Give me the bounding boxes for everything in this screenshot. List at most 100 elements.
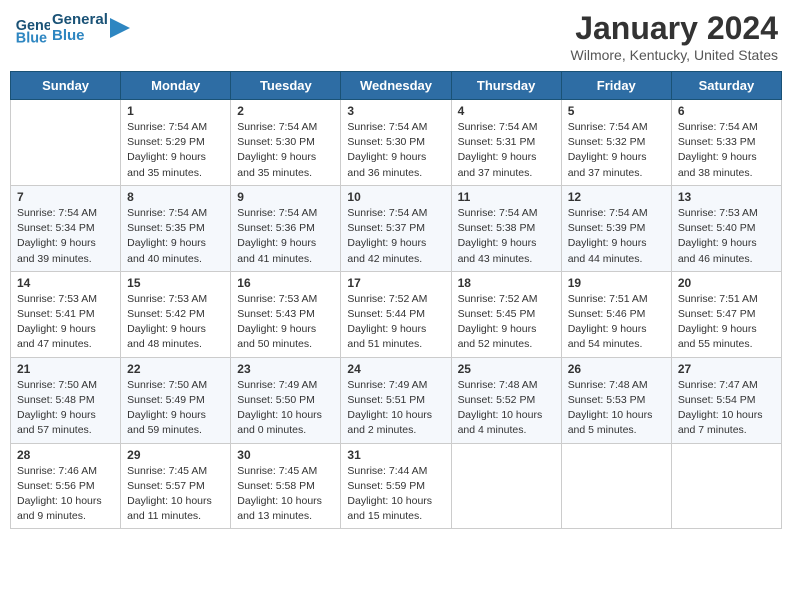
day-info: Sunrise: 7:53 AM Sunset: 5:43 PM Dayligh… <box>237 292 334 353</box>
sunrise-text: Sunrise: 7:47 AM <box>678 378 775 393</box>
day-info: Sunrise: 7:45 AM Sunset: 5:58 PM Dayligh… <box>237 464 334 525</box>
day-info: Sunrise: 7:53 AM Sunset: 5:42 PM Dayligh… <box>127 292 224 353</box>
weekday-header-thursday: Thursday <box>451 72 561 100</box>
calendar-day-cell: 17 Sunrise: 7:52 AM Sunset: 5:44 PM Dayl… <box>341 271 451 357</box>
daylight-text: Daylight: 10 hours and 7 minutes. <box>678 408 775 438</box>
calendar-week-row: 1 Sunrise: 7:54 AM Sunset: 5:29 PM Dayli… <box>11 100 782 186</box>
calendar-day-cell: 12 Sunrise: 7:54 AM Sunset: 5:39 PM Dayl… <box>561 185 671 271</box>
sunset-text: Sunset: 5:44 PM <box>347 307 444 322</box>
day-info: Sunrise: 7:49 AM Sunset: 5:50 PM Dayligh… <box>237 378 334 439</box>
sunrise-text: Sunrise: 7:54 AM <box>347 120 444 135</box>
day-number: 19 <box>568 276 665 290</box>
weekday-header-saturday: Saturday <box>671 72 781 100</box>
day-number: 5 <box>568 104 665 118</box>
sunrise-text: Sunrise: 7:54 AM <box>127 120 224 135</box>
calendar-day-cell: 23 Sunrise: 7:49 AM Sunset: 5:50 PM Dayl… <box>231 357 341 443</box>
calendar-day-cell: 21 Sunrise: 7:50 AM Sunset: 5:48 PM Dayl… <box>11 357 121 443</box>
day-number: 18 <box>458 276 555 290</box>
daylight-text: Daylight: 9 hours and 57 minutes. <box>17 408 114 438</box>
sunrise-text: Sunrise: 7:46 AM <box>17 464 114 479</box>
calendar-day-cell: 29 Sunrise: 7:45 AM Sunset: 5:57 PM Dayl… <box>121 443 231 529</box>
sunset-text: Sunset: 5:46 PM <box>568 307 665 322</box>
day-info: Sunrise: 7:52 AM Sunset: 5:44 PM Dayligh… <box>347 292 444 353</box>
day-number: 13 <box>678 190 775 204</box>
day-info: Sunrise: 7:51 AM Sunset: 5:46 PM Dayligh… <box>568 292 665 353</box>
calendar-day-cell: 18 Sunrise: 7:52 AM Sunset: 5:45 PM Dayl… <box>451 271 561 357</box>
daylight-text: Daylight: 9 hours and 51 minutes. <box>347 322 444 352</box>
calendar-day-cell: 13 Sunrise: 7:53 AM Sunset: 5:40 PM Dayl… <box>671 185 781 271</box>
day-number: 9 <box>237 190 334 204</box>
day-info: Sunrise: 7:49 AM Sunset: 5:51 PM Dayligh… <box>347 378 444 439</box>
day-info: Sunrise: 7:54 AM Sunset: 5:33 PM Dayligh… <box>678 120 775 181</box>
calendar-day-cell: 10 Sunrise: 7:54 AM Sunset: 5:37 PM Dayl… <box>341 185 451 271</box>
sunrise-text: Sunrise: 7:54 AM <box>678 120 775 135</box>
calendar-week-row: 7 Sunrise: 7:54 AM Sunset: 5:34 PM Dayli… <box>11 185 782 271</box>
day-number: 23 <box>237 362 334 376</box>
calendar-day-cell: 20 Sunrise: 7:51 AM Sunset: 5:47 PM Dayl… <box>671 271 781 357</box>
sunrise-text: Sunrise: 7:49 AM <box>347 378 444 393</box>
day-info: Sunrise: 7:54 AM Sunset: 5:38 PM Dayligh… <box>458 206 555 267</box>
day-number: 31 <box>347 448 444 462</box>
logo: General Blue General Blue <box>14 10 130 46</box>
sunset-text: Sunset: 5:42 PM <box>127 307 224 322</box>
daylight-text: Daylight: 9 hours and 40 minutes. <box>127 236 224 266</box>
sunset-text: Sunset: 5:48 PM <box>17 393 114 408</box>
sunset-text: Sunset: 5:38 PM <box>458 221 555 236</box>
day-info: Sunrise: 7:48 AM Sunset: 5:53 PM Dayligh… <box>568 378 665 439</box>
daylight-text: Daylight: 9 hours and 41 minutes. <box>237 236 334 266</box>
daylight-text: Daylight: 9 hours and 39 minutes. <box>17 236 114 266</box>
day-info: Sunrise: 7:53 AM Sunset: 5:40 PM Dayligh… <box>678 206 775 267</box>
day-number: 26 <box>568 362 665 376</box>
calendar-day-cell: 22 Sunrise: 7:50 AM Sunset: 5:49 PM Dayl… <box>121 357 231 443</box>
daylight-text: Daylight: 9 hours and 48 minutes. <box>127 322 224 352</box>
daylight-text: Daylight: 9 hours and 38 minutes. <box>678 150 775 180</box>
day-info: Sunrise: 7:50 AM Sunset: 5:49 PM Dayligh… <box>127 378 224 439</box>
sunrise-text: Sunrise: 7:54 AM <box>237 120 334 135</box>
day-number: 25 <box>458 362 555 376</box>
calendar-day-cell <box>561 443 671 529</box>
sunrise-text: Sunrise: 7:51 AM <box>678 292 775 307</box>
day-number: 20 <box>678 276 775 290</box>
sunrise-text: Sunrise: 7:54 AM <box>17 206 114 221</box>
sunrise-text: Sunrise: 7:54 AM <box>237 206 334 221</box>
day-info: Sunrise: 7:50 AM Sunset: 5:48 PM Dayligh… <box>17 378 114 439</box>
daylight-text: Daylight: 9 hours and 52 minutes. <box>458 322 555 352</box>
daylight-text: Daylight: 9 hours and 35 minutes. <box>127 150 224 180</box>
title-block: January 2024 Wilmore, Kentucky, United S… <box>571 10 778 63</box>
daylight-text: Daylight: 10 hours and 9 minutes. <box>17 494 114 524</box>
calendar-week-row: 14 Sunrise: 7:53 AM Sunset: 5:41 PM Dayl… <box>11 271 782 357</box>
sunset-text: Sunset: 5:51 PM <box>347 393 444 408</box>
daylight-text: Daylight: 9 hours and 37 minutes. <box>568 150 665 180</box>
sunset-text: Sunset: 5:36 PM <box>237 221 334 236</box>
sunset-text: Sunset: 5:30 PM <box>237 135 334 150</box>
sunset-text: Sunset: 5:35 PM <box>127 221 224 236</box>
calendar-day-cell <box>671 443 781 529</box>
month-year-title: January 2024 <box>571 10 778 47</box>
sunrise-text: Sunrise: 7:48 AM <box>568 378 665 393</box>
daylight-text: Daylight: 10 hours and 2 minutes. <box>347 408 444 438</box>
day-info: Sunrise: 7:54 AM Sunset: 5:30 PM Dayligh… <box>347 120 444 181</box>
day-info: Sunrise: 7:53 AM Sunset: 5:41 PM Dayligh… <box>17 292 114 353</box>
sunrise-text: Sunrise: 7:49 AM <box>237 378 334 393</box>
calendar-day-cell <box>451 443 561 529</box>
daylight-text: Daylight: 9 hours and 43 minutes. <box>458 236 555 266</box>
sunrise-text: Sunrise: 7:54 AM <box>458 120 555 135</box>
daylight-text: Daylight: 9 hours and 37 minutes. <box>458 150 555 180</box>
calendar-day-cell: 24 Sunrise: 7:49 AM Sunset: 5:51 PM Dayl… <box>341 357 451 443</box>
sunrise-text: Sunrise: 7:50 AM <box>17 378 114 393</box>
logo-icon: General Blue <box>14 10 50 46</box>
sunrise-text: Sunrise: 7:54 AM <box>458 206 555 221</box>
logo-line2: Blue <box>52 28 108 45</box>
day-number: 24 <box>347 362 444 376</box>
sunset-text: Sunset: 5:45 PM <box>458 307 555 322</box>
calendar-table: SundayMondayTuesdayWednesdayThursdayFrid… <box>10 71 782 529</box>
sunrise-text: Sunrise: 7:53 AM <box>17 292 114 307</box>
calendar-day-cell: 4 Sunrise: 7:54 AM Sunset: 5:31 PM Dayli… <box>451 100 561 186</box>
daylight-text: Daylight: 9 hours and 36 minutes. <box>347 150 444 180</box>
day-number: 22 <box>127 362 224 376</box>
calendar-week-row: 21 Sunrise: 7:50 AM Sunset: 5:48 PM Dayl… <box>11 357 782 443</box>
logo-line1: General <box>52 12 108 29</box>
day-info: Sunrise: 7:52 AM Sunset: 5:45 PM Dayligh… <box>458 292 555 353</box>
day-info: Sunrise: 7:54 AM Sunset: 5:35 PM Dayligh… <box>127 206 224 267</box>
sunrise-text: Sunrise: 7:54 AM <box>347 206 444 221</box>
